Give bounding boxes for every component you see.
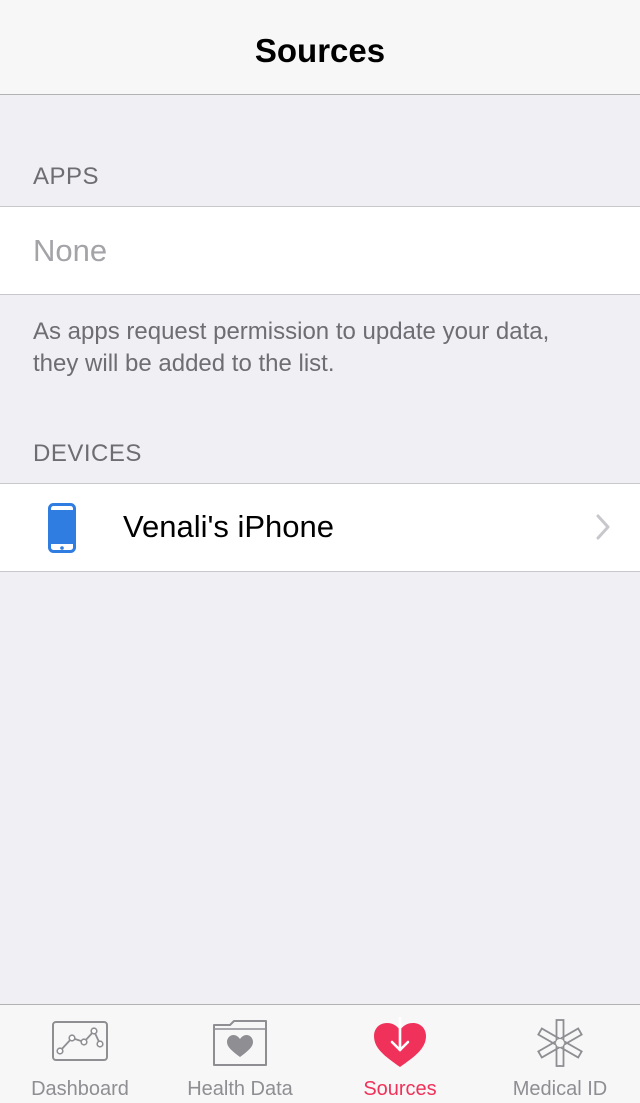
device-name-label: Venali's iPhone [123,509,335,544]
iphone-icon [48,503,76,553]
medical-id-asterisk-icon [537,1019,583,1067]
tab-sources-label: Sources [363,1078,437,1100]
tab-medical-id-label: Medical ID [512,1078,608,1100]
chevron-right-icon [596,514,610,540]
apps-empty-label: None [33,233,108,268]
tab-health-data[interactable]: Health Data [160,1005,320,1103]
tab-bar: Dashboard Health Data Sources Medical ID [0,1004,640,1103]
sources-heart-icon [374,1017,426,1067]
tab-dashboard[interactable]: Dashboard [0,1005,160,1103]
tab-sources[interactable]: Sources [320,1005,480,1103]
dashboard-chart-icon [52,1021,108,1061]
tab-health-data-label: Health Data [187,1078,293,1100]
tab-medical-id[interactable]: Medical ID [480,1005,640,1103]
tab-dashboard-label: Dashboard [31,1078,129,1100]
apps-section-header: APPS [33,163,100,190]
apps-empty-cell: None [0,206,640,295]
apps-section-footer: As apps request permission to update you… [33,318,550,377]
device-row-iphone[interactable]: Venali's iPhone [0,483,640,572]
health-data-folder-icon [213,1020,267,1066]
page-title: Sources [254,32,386,69]
navigation-bar: Sources [0,0,640,95]
devices-section-header: DEVICES [33,440,142,467]
